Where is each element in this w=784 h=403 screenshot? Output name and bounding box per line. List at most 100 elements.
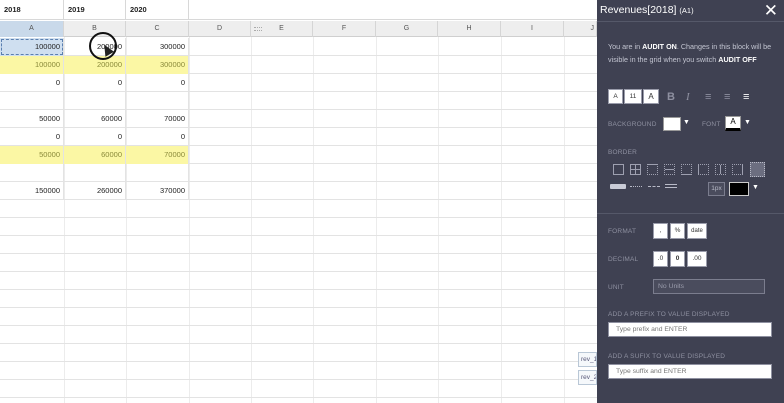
format-comma-button[interactable]: , (653, 223, 668, 239)
cell-c3[interactable]: 0 (126, 74, 189, 92)
font-color-dropdown-icon[interactable]: ▼ (744, 119, 751, 126)
align-left-icon[interactable]: ≡ (705, 91, 711, 103)
align-center-icon[interactable]: ≡ (724, 91, 730, 103)
border-color-dropdown-icon[interactable]: ▼ (752, 184, 759, 191)
cell-b6[interactable]: 0 (64, 128, 126, 146)
column-header-f[interactable]: F (313, 21, 376, 37)
cell-a5[interactable]: 50000 (0, 110, 64, 128)
format-percent-button[interactable]: % (670, 223, 685, 239)
format-date-button[interactable]: date (687, 223, 707, 239)
prefix-input[interactable]: Type prefix and ENTER (608, 322, 772, 337)
prefix-label: ADD A PREFIX TO VALUE DISPLAYED (608, 311, 730, 318)
column-header-g[interactable]: G (376, 21, 438, 37)
cell-b9[interactable]: 260000 (64, 182, 126, 200)
border-bottom-icon[interactable] (681, 164, 692, 175)
border-color-swatch[interactable] (729, 182, 749, 196)
background-color-swatch[interactable] (663, 117, 681, 131)
column-header-j[interactable]: J (564, 21, 597, 37)
border-right-icon[interactable] (732, 164, 743, 175)
cell-b7[interactable]: 60000 (64, 146, 126, 164)
background-dropdown-icon[interactable]: ▼ (683, 119, 690, 126)
rev-tag-2[interactable]: rev_2 (578, 370, 597, 385)
format-label: FORMAT (608, 228, 637, 235)
table-row: 50000 60000 70000 (0, 110, 597, 128)
cell-c9[interactable]: 370000 (126, 182, 189, 200)
cell-c8[interactable] (126, 164, 189, 182)
column-header-h[interactable]: H (438, 21, 501, 37)
cell-b2[interactable]: 200000 (64, 56, 126, 74)
table-row (0, 164, 597, 182)
align-right-icon[interactable]: ≡ (743, 91, 749, 103)
table-row (0, 308, 597, 326)
border-style-dotted-icon[interactable] (630, 186, 642, 187)
cell-a1[interactable]: 100000 (0, 38, 64, 56)
column-header-c[interactable]: C (126, 21, 189, 37)
border-horizontal-icon[interactable] (664, 164, 675, 175)
suffix-input[interactable]: Type suffix and ENTER (608, 364, 772, 379)
unit-select[interactable]: No Units (653, 279, 765, 294)
unit-label: UNIT (608, 284, 624, 291)
table-row: 0 0 0 (0, 128, 597, 146)
border-all-icon[interactable] (630, 164, 641, 175)
font-color-label: FONT (702, 121, 721, 128)
border-outer-icon[interactable] (613, 164, 624, 175)
font-size-value[interactable]: 11 (624, 89, 642, 104)
cell-c1[interactable]: 300000 (126, 38, 189, 56)
table-row (0, 272, 597, 290)
cell-b8[interactable] (64, 164, 126, 182)
audit-info-prefix: You are in (608, 42, 643, 51)
panel-title-text: Revenues[2018] (600, 4, 677, 16)
cell-c6[interactable]: 0 (126, 128, 189, 146)
audit-info-mode: AUDIT ON (642, 42, 677, 51)
panel-title: Revenues[2018] (A1) (600, 4, 694, 16)
audit-info-mode-off: AUDIT OFF (718, 54, 757, 64)
rev-tag-1[interactable]: rev_1 (578, 352, 597, 367)
panel-divider (597, 213, 784, 214)
table-row (0, 218, 597, 236)
cell-b3[interactable]: 0 (64, 74, 126, 92)
cell-a6[interactable]: 0 (0, 128, 64, 146)
column-header-i[interactable]: I (501, 21, 564, 37)
decimal-label: DECIMAL (608, 256, 639, 263)
cell-c2[interactable]: 300000 (126, 56, 189, 74)
cell-a7[interactable]: 50000 (0, 146, 64, 164)
cell-c5[interactable]: 70000 (126, 110, 189, 128)
table-row (0, 236, 597, 254)
font-color-swatch[interactable]: A (725, 116, 741, 131)
border-style-thick-icon[interactable] (610, 184, 626, 189)
background-label: BACKGROUND (608, 121, 657, 128)
decimal-two-button[interactable]: .00 (687, 251, 707, 267)
column-header-d[interactable]: D (189, 21, 251, 37)
cell-c4[interactable] (126, 92, 189, 110)
decimal-one-button[interactable]: .0 (653, 251, 668, 267)
cell-a4[interactable] (0, 92, 64, 110)
cell-a2[interactable]: 100000 (0, 56, 64, 74)
border-style-double-icon[interactable] (665, 184, 677, 188)
border-style-dashed-icon[interactable] (648, 186, 660, 187)
border-vertical-icon[interactable] (715, 164, 726, 175)
cell-a9[interactable]: 150000 (0, 182, 64, 200)
border-top-icon[interactable] (647, 164, 658, 175)
table-row: 100000 200000 300000 (0, 56, 597, 74)
border-left-icon[interactable] (698, 164, 709, 175)
border-width-select[interactable]: 1px (708, 182, 725, 196)
decimal-zero-button[interactable]: 0 (670, 251, 685, 267)
column-header-a[interactable]: A (0, 21, 64, 37)
font-size-increase-button[interactable]: A (643, 89, 659, 104)
bold-icon[interactable]: B (667, 91, 675, 103)
panel-divider (597, 21, 784, 22)
table-row (0, 380, 597, 398)
cell-a8[interactable] (0, 164, 64, 182)
column-header-e[interactable]: E (251, 21, 313, 37)
cell-a3[interactable]: 0 (0, 74, 64, 92)
cell-b5[interactable]: 60000 (64, 110, 126, 128)
panel-cell-ref: (A1) (679, 6, 694, 15)
suffix-label: ADD A SUFIX TO VALUE DISPLAYED (608, 353, 726, 360)
border-none-icon[interactable] (750, 162, 765, 177)
cell-c7[interactable]: 70000 (126, 146, 189, 164)
spreadsheet-grid[interactable]: 2018 2019 2020 A B C D E F G H I J 10000… (0, 0, 597, 403)
cell-b4[interactable] (64, 92, 126, 110)
italic-icon[interactable]: I (686, 91, 690, 103)
close-icon[interactable]: ✕ (764, 1, 778, 21)
font-size-decrease-button[interactable]: A (608, 89, 623, 104)
